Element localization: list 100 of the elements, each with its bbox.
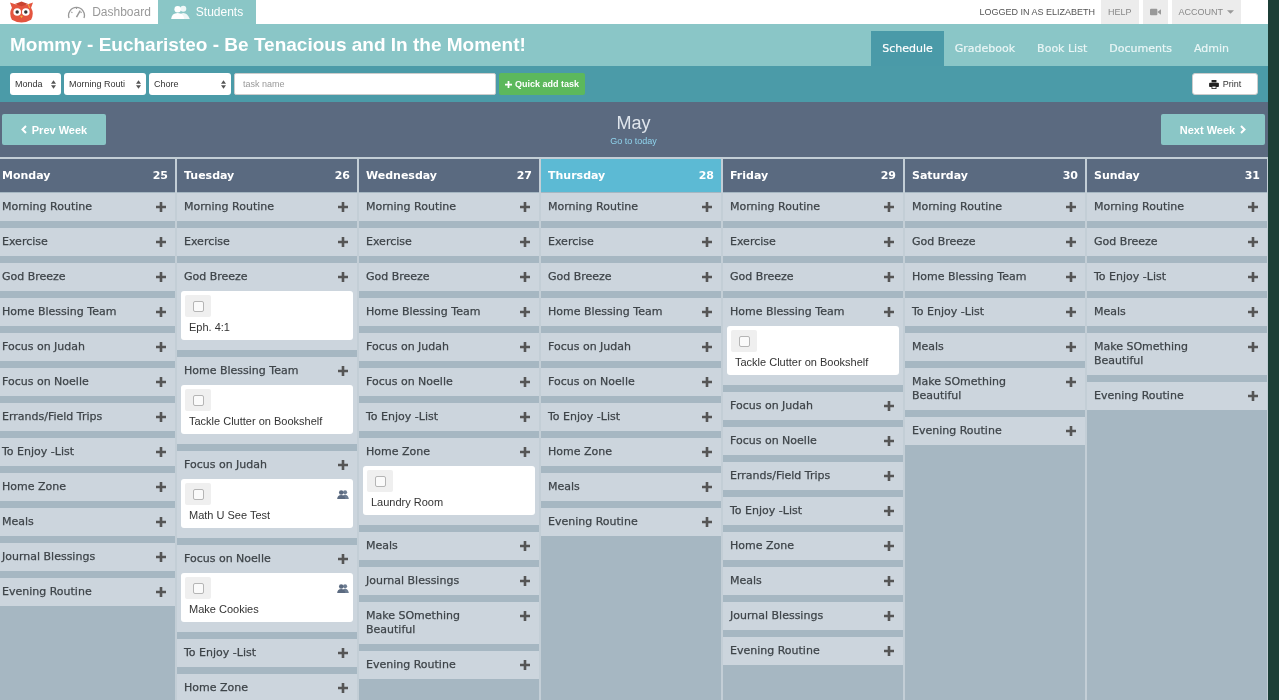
checkbox[interactable] [185,577,211,599]
checkbox[interactable] [185,295,211,317]
add-icon[interactable] [1248,272,1258,282]
category-label: Evening Routine [366,658,456,672]
add-icon[interactable] [520,576,530,586]
add-icon[interactable] [156,272,166,282]
add-icon[interactable] [1248,202,1258,212]
category-label: Errands/Field Trips [2,410,103,424]
checkbox[interactable] [185,389,211,411]
add-icon[interactable] [884,202,894,212]
add-icon[interactable] [884,506,894,516]
day-date: 30 [1062,169,1078,182]
print-button[interactable]: Print [1192,73,1258,95]
add-icon[interactable] [338,237,348,247]
video-button[interactable] [1142,0,1168,24]
add-icon[interactable] [156,482,166,492]
nav-tab[interactable]: Schedule [871,31,944,66]
add-icon[interactable] [156,377,166,387]
add-icon[interactable] [702,202,712,212]
add-icon[interactable] [1248,307,1258,317]
add-icon[interactable] [156,342,166,352]
add-icon[interactable] [1066,307,1076,317]
nav-tab[interactable]: Admin [1182,31,1240,66]
checkbox[interactable] [731,330,757,352]
add-icon[interactable] [884,611,894,621]
account-button[interactable]: ACCOUNT [1171,0,1241,24]
add-icon[interactable] [338,460,348,470]
add-icon[interactable] [338,202,348,212]
add-icon[interactable] [1066,272,1076,282]
add-icon[interactable] [1066,426,1076,436]
add-icon[interactable] [520,377,530,387]
add-icon[interactable] [1066,342,1076,352]
go-to-today-link[interactable]: Go to today [610,136,657,146]
add-icon[interactable] [520,342,530,352]
add-icon[interactable] [884,401,894,411]
add-icon[interactable] [156,237,166,247]
add-icon[interactable] [702,517,712,527]
add-icon[interactable] [520,237,530,247]
add-icon[interactable] [156,447,166,457]
add-icon[interactable] [520,307,530,317]
add-icon[interactable] [338,554,348,564]
add-icon[interactable] [156,587,166,597]
add-icon[interactable] [156,412,166,422]
add-icon[interactable] [1066,377,1076,387]
add-icon[interactable] [702,272,712,282]
add-icon[interactable] [884,576,894,586]
add-icon[interactable] [702,377,712,387]
add-icon[interactable] [1248,342,1258,352]
nav-tab[interactable]: Gradebook [943,31,1027,66]
add-icon[interactable] [702,342,712,352]
add-icon[interactable] [520,611,530,621]
category-label: Home Blessing Team [548,305,663,319]
checkbox[interactable] [185,483,211,505]
add-icon[interactable] [702,412,712,422]
add-icon[interactable] [702,482,712,492]
quick-add-task-button[interactable]: Quick add task [499,73,586,95]
category-select[interactable]: Morning Routi [64,73,146,95]
add-icon[interactable] [338,272,348,282]
add-icon[interactable] [1066,237,1076,247]
add-icon[interactable] [884,646,894,656]
add-icon[interactable] [520,202,530,212]
add-icon[interactable] [520,412,530,422]
add-icon[interactable] [520,541,530,551]
add-icon[interactable] [884,471,894,481]
add-icon[interactable] [884,541,894,551]
add-icon[interactable] [520,660,530,670]
add-icon[interactable] [884,272,894,282]
next-week-button[interactable]: Next Week [1161,114,1265,145]
add-icon[interactable] [156,517,166,527]
category-label: Meals [730,574,762,588]
add-icon[interactable] [884,436,894,446]
task-name: Tackle Clutter on Bookshelf [188,414,324,429]
add-icon[interactable] [520,447,530,457]
add-icon[interactable] [702,237,712,247]
top-tab[interactable]: Students [158,0,256,24]
type-select[interactable]: Chore [149,73,231,95]
add-icon[interactable] [1248,237,1258,247]
add-icon[interactable] [520,272,530,282]
prev-week-button[interactable]: Prev Week [2,114,106,145]
add-icon[interactable] [156,202,166,212]
day-select[interactable]: Monda [10,73,61,95]
add-icon[interactable] [702,447,712,457]
add-icon[interactable] [1066,202,1076,212]
task-name-field[interactable]: task name [234,73,496,95]
add-icon[interactable] [884,307,894,317]
add-icon[interactable] [702,307,712,317]
add-icon[interactable] [156,552,166,562]
help-button[interactable]: HELP [1101,0,1139,24]
add-icon[interactable] [338,683,348,693]
add-icon[interactable] [338,366,348,376]
add-icon[interactable] [1248,391,1258,401]
category-label: Journal Blessings [730,609,824,623]
nav-tab[interactable]: Book List [1026,31,1099,66]
nav-tab[interactable]: Documents [1098,31,1183,66]
add-icon[interactable] [884,237,894,247]
add-icon[interactable] [156,307,166,317]
add-icon[interactable] [338,648,348,658]
category-label: Morning Routine [184,200,274,214]
checkbox[interactable] [367,470,393,492]
logged-in-text: LOGGED IN AS ELIZABETH [979,7,1095,17]
